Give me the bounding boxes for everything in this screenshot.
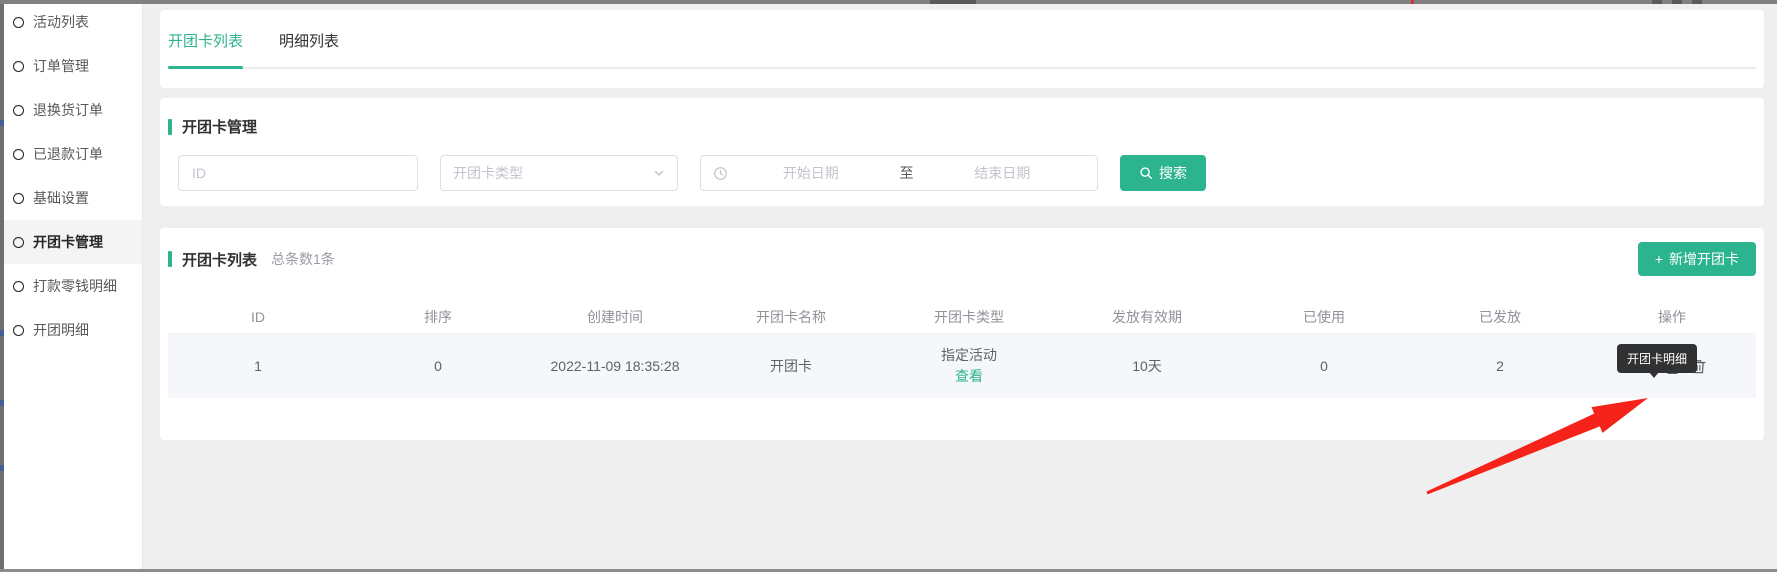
circle-bullet-icon bbox=[13, 281, 24, 292]
search-button-label: 搜索 bbox=[1159, 163, 1187, 183]
sidebar-item-refunded-orders[interactable]: 已退款订单 bbox=[4, 132, 142, 176]
edge-artifact bbox=[1672, 0, 1682, 4]
sidebar-item-payment-change-detail[interactable]: 打款零钱明细 bbox=[4, 264, 142, 308]
card-type-select[interactable]: 开团卡类型 bbox=[440, 155, 678, 191]
sidebar: 活动列表 订单管理 退换货订单 已退款订单 基础设置 开团卡管理 打款零钱明细 bbox=[0, 0, 143, 569]
tab-label: 开团卡列表 bbox=[168, 33, 243, 50]
left-edge-strip bbox=[0, 0, 4, 572]
total-count-label: 总条数1条 bbox=[271, 249, 335, 269]
column-header-created: 创建时间 bbox=[528, 307, 702, 327]
title-accent-bar bbox=[168, 119, 172, 135]
filter-title-text: 开团卡管理 bbox=[182, 116, 257, 137]
table-card: 开团卡列表 总条数1条 + 新增开团卡 ID 排序 创建时间 开团卡名称 开团卡… bbox=[160, 228, 1764, 440]
add-group-card-button[interactable]: + 新增开团卡 bbox=[1638, 242, 1756, 276]
sidebar-item-activity-list[interactable]: 活动列表 bbox=[4, 0, 142, 44]
column-header-actions: 操作 bbox=[1588, 307, 1756, 327]
sidebar-item-label: 开团明细 bbox=[33, 320, 89, 340]
circle-bullet-icon bbox=[13, 61, 24, 72]
cell-type-text: 指定活动 bbox=[880, 345, 1058, 366]
tabs-card: 开团卡列表 明细列表 bbox=[160, 10, 1764, 88]
table-topbar: 开团卡列表 总条数1条 + 新增开团卡 bbox=[168, 242, 1756, 276]
id-input[interactable] bbox=[178, 155, 418, 191]
column-header-name: 开团卡名称 bbox=[702, 307, 880, 327]
cell-used: 0 bbox=[1236, 358, 1412, 374]
edge-artifact bbox=[0, 400, 4, 406]
date-start-placeholder: 开始日期 bbox=[728, 163, 894, 183]
column-header-validity: 发放有效期 bbox=[1058, 307, 1236, 327]
sidebar-item-group-detail[interactable]: 开团明细 bbox=[4, 308, 142, 352]
table-title-text: 开团卡列表 bbox=[182, 249, 257, 270]
chevron-down-icon bbox=[653, 167, 665, 179]
edge-artifact bbox=[930, 0, 976, 4]
filter-row: 开团卡类型 开始日期 至 结束日期 bbox=[168, 155, 1756, 191]
edge-artifact bbox=[1652, 0, 1662, 4]
date-end-placeholder: 结束日期 bbox=[920, 163, 1086, 183]
tooltip-group-card-detail: 开团卡明细 bbox=[1617, 344, 1697, 373]
column-header-type: 开团卡类型 bbox=[880, 307, 1058, 327]
main-content: 开团卡列表 明细列表 开团卡管理 开团卡类型 bbox=[144, 4, 1777, 569]
column-header-sort: 排序 bbox=[348, 307, 528, 327]
cell-id: 1 bbox=[168, 358, 348, 374]
sidebar-item-label: 订单管理 bbox=[33, 56, 89, 76]
cell-issued: 2 bbox=[1412, 358, 1588, 374]
title-accent-bar bbox=[168, 251, 172, 267]
cell-created: 2022-11-09 18:35:28 bbox=[528, 358, 702, 374]
view-link[interactable]: 查看 bbox=[880, 366, 1058, 387]
tab-label: 明细列表 bbox=[279, 33, 339, 50]
sidebar-item-label: 打款零钱明细 bbox=[33, 276, 117, 296]
search-icon bbox=[1139, 166, 1153, 180]
search-button[interactable]: 搜索 bbox=[1120, 155, 1206, 191]
tooltip-text: 开团卡明细 bbox=[1627, 352, 1687, 366]
circle-bullet-icon bbox=[13, 105, 24, 116]
cell-name: 开团卡 bbox=[702, 356, 880, 376]
filter-section-title: 开团卡管理 bbox=[168, 116, 1756, 137]
date-range-picker[interactable]: 开始日期 至 结束日期 bbox=[700, 155, 1098, 191]
card-type-select-placeholder: 开团卡类型 bbox=[453, 163, 653, 183]
sidebar-item-label: 活动列表 bbox=[33, 12, 89, 32]
add-button-label: 新增开团卡 bbox=[1669, 249, 1739, 269]
plus-icon: + bbox=[1655, 251, 1663, 267]
column-header-id: ID bbox=[168, 309, 348, 325]
table-header-row: ID 排序 创建时间 开团卡名称 开团卡类型 发放有效期 已使用 已发放 操作 bbox=[168, 300, 1756, 334]
edge-artifact bbox=[1692, 0, 1702, 4]
cell-type: 指定活动 查看 bbox=[880, 345, 1058, 387]
circle-bullet-icon bbox=[13, 237, 24, 248]
tab-bar: 开团卡列表 明细列表 bbox=[168, 24, 1756, 69]
edge-artifact bbox=[0, 330, 4, 336]
table-section-title: 开团卡列表 bbox=[168, 249, 257, 270]
table-row: 1 0 2022-11-09 18:35:28 开团卡 指定活动 查看 10天 … bbox=[168, 334, 1756, 398]
column-header-used: 已使用 bbox=[1236, 307, 1412, 327]
date-separator: 至 bbox=[894, 163, 920, 183]
sidebar-item-label: 基础设置 bbox=[33, 188, 89, 208]
circle-bullet-icon bbox=[13, 193, 24, 204]
column-header-issued: 已发放 bbox=[1412, 307, 1588, 327]
edge-artifact-red bbox=[1411, 0, 1414, 4]
cell-sort: 0 bbox=[348, 358, 528, 374]
sidebar-item-label: 已退款订单 bbox=[33, 144, 103, 164]
screen: 活动列表 订单管理 退换货订单 已退款订单 基础设置 开团卡管理 打款零钱明细 bbox=[0, 0, 1777, 572]
circle-bullet-icon bbox=[13, 325, 24, 336]
top-edge-strip bbox=[0, 0, 1777, 4]
filter-card: 开团卡管理 开团卡类型 开始日期 至 结束日期 bbox=[160, 98, 1764, 206]
table-title-group: 开团卡列表 总条数1条 bbox=[168, 249, 335, 270]
sidebar-item-basic-settings[interactable]: 基础设置 bbox=[4, 176, 142, 220]
clock-icon bbox=[713, 166, 728, 181]
sidebar-item-order-management[interactable]: 订单管理 bbox=[4, 44, 142, 88]
circle-bullet-icon bbox=[13, 17, 24, 28]
sidebar-item-group-card-management[interactable]: 开团卡管理 bbox=[4, 220, 142, 264]
tab-detail-list[interactable]: 明细列表 bbox=[279, 24, 339, 67]
circle-bullet-icon bbox=[13, 149, 24, 160]
sidebar-item-label: 开团卡管理 bbox=[33, 232, 103, 252]
tab-group-card-list[interactable]: 开团卡列表 bbox=[168, 24, 243, 67]
cell-validity: 10天 bbox=[1058, 356, 1236, 376]
sidebar-item-label: 退换货订单 bbox=[33, 100, 103, 120]
edge-artifact bbox=[0, 465, 4, 471]
edge-artifact bbox=[0, 120, 4, 126]
sidebar-item-return-orders[interactable]: 退换货订单 bbox=[4, 88, 142, 132]
